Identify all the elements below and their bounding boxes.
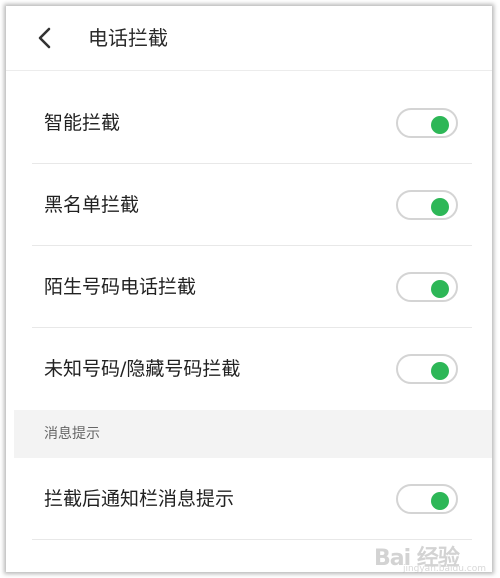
setting-row-stranger-call-block[interactable]: 陌生号码电话拦截	[6, 246, 492, 328]
chevron-left-icon	[38, 27, 51, 49]
setting-label: 陌生号码电话拦截	[44, 276, 197, 298]
toggle-knob	[431, 492, 449, 510]
setting-row-blacklist-block[interactable]: 黑名单拦截	[6, 164, 492, 246]
app-header: 电话拦截	[6, 6, 492, 71]
back-button[interactable]	[32, 24, 60, 52]
setting-row-smart-block[interactable]: 智能拦截	[6, 82, 492, 164]
toggle-knob	[431, 116, 449, 134]
stranger-call-block-toggle[interactable]	[396, 272, 458, 302]
setting-label: 智能拦截	[44, 112, 121, 134]
toggle-knob	[431, 280, 449, 298]
blacklist-block-toggle[interactable]	[396, 190, 458, 220]
section-title: 消息提示	[44, 426, 100, 442]
setting-row-notify-after-block[interactable]: 拦截后通知栏消息提示	[6, 458, 492, 540]
page-title: 电话拦截	[88, 26, 168, 50]
setting-row-unknown-hidden-block[interactable]: 未知号码/隐藏号码拦截	[6, 328, 492, 410]
notify-after-block-toggle[interactable]	[396, 484, 458, 514]
setting-label: 拦截后通知栏消息提示	[44, 488, 235, 510]
section-header-notifications: 消息提示	[14, 410, 492, 458]
smart-block-toggle[interactable]	[396, 108, 458, 138]
phone-screen: 电话拦截 智能拦截 黑名单拦截 陌生号码电话拦截 未知号码/隐藏号码拦截 消息提…	[6, 6, 492, 572]
toggle-knob	[431, 198, 449, 216]
unknown-hidden-block-toggle[interactable]	[396, 354, 458, 384]
divider	[32, 539, 472, 540]
setting-label: 黑名单拦截	[44, 194, 140, 216]
toggle-knob	[431, 362, 449, 380]
setting-label: 未知号码/隐藏号码拦截	[44, 358, 241, 380]
